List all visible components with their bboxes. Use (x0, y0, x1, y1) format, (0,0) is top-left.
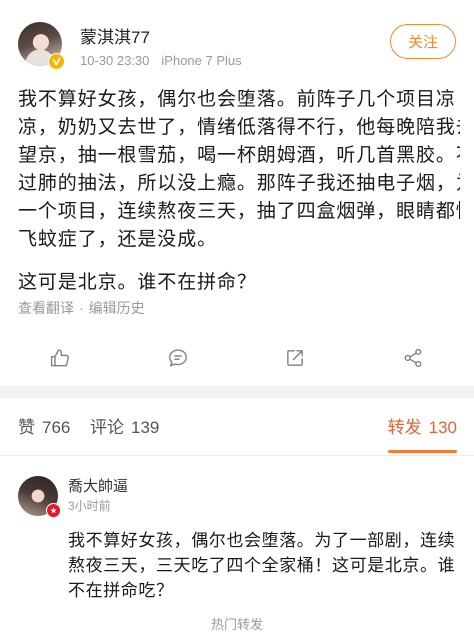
like-button[interactable] (49, 347, 71, 369)
repost-author-name[interactable]: 喬大帥逼 (68, 477, 128, 497)
tab-reposts-count: 130 (428, 418, 457, 437)
tabs-divider (0, 455, 474, 456)
comment-icon (169, 349, 187, 367)
tab-likes-count: 766 (42, 418, 71, 437)
tab-reposts-label: 转发 (387, 418, 422, 437)
post-text-line: 过肺的抽法，所以没上瘾。那阵子我还抽电子烟，为 (18, 173, 460, 194)
post-text-line: 望京，抽一根雪茄，喝一杯朗姆酒，听几首黑胶。不 (18, 145, 460, 166)
repost-text: 我不算好女孩，偶尔也会堕落。为了一部剧，连续 熬夜三天，三天吃了四个全家桶！这可… (68, 528, 460, 603)
thumb-up-icon (50, 349, 69, 367)
tab-comments-count: 139 (131, 418, 160, 437)
tab-reposts[interactable]: 转发 130 (387, 414, 457, 454)
repost-time: 3小时前 (68, 499, 111, 513)
post-text-line: 飞蚊症了，还是没成。 (18, 229, 218, 250)
post-paragraph: 这可是北京。谁不在拼命？ (18, 269, 460, 297)
follow-button[interactable]: 关注 (390, 24, 456, 59)
share-button[interactable] (402, 347, 424, 369)
post-text-line: 一个项目，连续熬夜三天，抽了四盒烟弹，眼睛都快 (18, 201, 460, 222)
link-separator: · (79, 300, 84, 316)
active-tab-indicator (387, 450, 457, 453)
tab-likes-label: 赞 (18, 418, 35, 437)
repost-text-line: 不在拼命吃？ (68, 581, 174, 600)
post-text-line: 我不算好女孩，偶尔也会堕落。前阵子几个项目凉 (18, 89, 456, 110)
verified-badge-icon (48, 53, 65, 70)
section-divider (0, 386, 474, 398)
tab-comments[interactable]: 评论 139 (90, 414, 159, 454)
repost-text-line: 熬夜三天，三天吃了四个全家桶！这可是北京。谁 (68, 556, 456, 575)
comment-button[interactable] (167, 347, 189, 369)
post-paragraph: 我不算好女孩，偶尔也会堕落。前阵子几个项目凉 凉，奶奶又去世了，情绪低落得不行，… (18, 86, 460, 254)
share-icon (404, 348, 422, 368)
repost-icon (287, 350, 303, 366)
post-source: iPhone 7 Plus (161, 53, 242, 68)
edit-history-link[interactable]: 编辑历史 (89, 300, 145, 316)
author-name[interactable]: 蒙淇淇77 (80, 27, 150, 49)
tab-comments-label: 评论 (90, 418, 124, 437)
verified-check-glyph (52, 57, 61, 66)
repost-button[interactable] (284, 347, 306, 369)
member-star-glyph (50, 507, 57, 514)
hot-reposts-title: 热门转发 (210, 617, 263, 632)
tab-likes[interactable]: 赞 766 (18, 414, 70, 454)
member-badge-icon (46, 503, 61, 518)
repost-text-line: 我不算好女孩，偶尔也会堕落。为了一部剧，连续 (68, 531, 456, 550)
post-text-line: 凉，奶奶又去世了，情绪低落得不行，他每晚陪我去 (18, 117, 460, 138)
post-sub-links: 查看翻译 · 编辑历史 (18, 299, 145, 317)
weibo-post-detail-page: 蒙淇淇77 10-30 23:30 iPhone 7 Plus 关注 我不算好女孩… (0, 0, 474, 632)
translate-link[interactable]: 查看翻译 (18, 300, 74, 316)
post-time: 10-30 23:30 (80, 53, 150, 68)
post-text-line: 这可是北京。谁不在拼命？ (18, 272, 257, 293)
post-meta: 10-30 23:30 iPhone 7 Plus (80, 52, 242, 70)
